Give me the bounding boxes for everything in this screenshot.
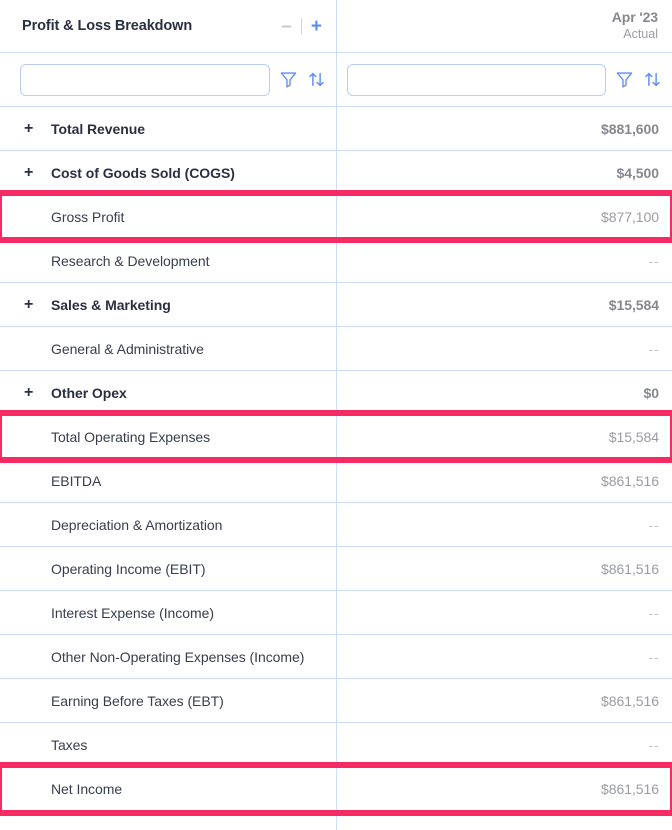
scenario-label: Actual	[623, 26, 658, 43]
row-value: $861,516	[601, 561, 659, 577]
filter-cell-value-column	[336, 53, 672, 106]
filter-funnel-icon[interactable]	[279, 70, 298, 89]
sort-arrows-icon[interactable]	[643, 70, 662, 89]
collapse-all-button[interactable]: –	[281, 17, 292, 36]
row-value: --	[649, 253, 659, 269]
row-label: Sales & Marketing	[51, 297, 171, 313]
row-label-cell: + Total Revenue	[0, 107, 336, 150]
row-label: Total Operating Expenses	[51, 429, 210, 445]
row-label-cell: +Depreciation & Amortization	[0, 503, 336, 546]
page-title: Profit & Loss Breakdown	[22, 18, 192, 34]
row-value: $861,516	[601, 473, 659, 489]
row-value-cell: --	[336, 327, 672, 370]
row-value: $877,100	[601, 209, 659, 225]
row-label-cell: +General & Administrative	[0, 327, 336, 370]
row-value: --	[649, 649, 659, 665]
row-value: --	[649, 517, 659, 533]
label-filter-input[interactable]	[20, 64, 270, 96]
row-label: Research & Development	[51, 253, 209, 269]
row-value: $881,600	[601, 121, 659, 137]
row-value: $15,584	[609, 297, 659, 313]
expand-row-button[interactable]: +	[24, 385, 38, 401]
row-value: --	[649, 737, 659, 753]
row-label: Net Income	[51, 781, 122, 797]
period-label: Apr '23	[612, 9, 658, 27]
row-value-cell: --	[336, 503, 672, 546]
row-label-cell: +Operating Income (EBIT)	[0, 547, 336, 590]
row-label-cell: +Research & Development	[0, 239, 336, 282]
filter-funnel-icon[interactable]	[615, 70, 634, 89]
row-value: $861,516	[601, 781, 659, 797]
row-value-cell: $861,516	[336, 767, 672, 811]
row-label: Other Non-Operating Expenses (Income)	[51, 649, 304, 665]
header-left: Profit & Loss Breakdown – +	[0, 0, 336, 52]
expand-row-button[interactable]: +	[24, 165, 38, 181]
row-label: Interest Expense (Income)	[51, 605, 214, 621]
expand-row-button[interactable]: +	[24, 121, 38, 137]
row-label: Other Opex	[51, 385, 127, 401]
table-row[interactable]: +Net Income $861,516	[0, 767, 672, 811]
row-label: Operating Income (EBIT)	[51, 561, 205, 577]
row-label: General & Administrative	[51, 341, 204, 357]
row-value-cell: $861,516	[336, 679, 672, 722]
filter-cell-label-column	[0, 53, 336, 106]
row-label: Taxes	[51, 737, 87, 753]
row-value: --	[649, 341, 659, 357]
row-value-cell: $881,600	[336, 107, 672, 150]
value-filter-input[interactable]	[347, 64, 606, 96]
row-label-cell: + Sales & Marketing	[0, 283, 336, 326]
row-value-cell: --	[336, 635, 672, 678]
sort-arrows-icon[interactable]	[307, 70, 326, 89]
row-label: Total Revenue	[51, 121, 145, 137]
row-value: --	[649, 605, 659, 621]
row-label-cell: +Gross Profit	[0, 195, 336, 238]
row-value-cell: $861,516	[336, 459, 672, 502]
row-value-cell: $877,100	[336, 195, 672, 238]
row-value-cell: --	[336, 723, 672, 766]
expand-row-button[interactable]: +	[24, 297, 38, 313]
row-value-cell: $15,584	[336, 415, 672, 458]
profit-and-loss-panel: Profit & Loss Breakdown – + Apr '23 Actu…	[0, 0, 672, 830]
table-row[interactable]: +Total Operating Expenses $15,584	[0, 415, 672, 459]
zoom-controls: – +	[281, 17, 322, 36]
row-label: Earning Before Taxes (EBT)	[51, 693, 224, 709]
row-label-cell: +Total Operating Expenses	[0, 415, 336, 458]
row-label: Depreciation & Amortization	[51, 517, 222, 533]
row-label-cell: +EBITDA	[0, 459, 336, 502]
row-value-cell: --	[336, 239, 672, 282]
row-value-cell: $0	[336, 371, 672, 414]
row-label: Cost of Goods Sold (COGS)	[51, 165, 235, 181]
expand-all-button[interactable]: +	[311, 17, 322, 36]
row-value-cell: $4,500	[336, 151, 672, 194]
row-label: EBITDA	[51, 473, 101, 489]
row-value-cell: $15,584	[336, 283, 672, 326]
row-value: $15,584	[609, 429, 659, 445]
row-label-cell: + Other Opex	[0, 371, 336, 414]
row-label: Gross Profit	[51, 209, 124, 225]
row-value-cell: $861,516	[336, 547, 672, 590]
row-label-cell: +Taxes	[0, 723, 336, 766]
header-right: Apr '23 Actual	[336, 0, 672, 52]
row-value: $861,516	[601, 693, 659, 709]
control-divider	[301, 18, 302, 35]
row-label-cell: +Other Non-Operating Expenses (Income)	[0, 635, 336, 678]
row-label-cell: + Cost of Goods Sold (COGS)	[0, 151, 336, 194]
table-row[interactable]: +Gross Profit $877,100	[0, 195, 672, 239]
row-label-cell: +Interest Expense (Income)	[0, 591, 336, 634]
row-label-cell: +Earning Before Taxes (EBT)	[0, 679, 336, 722]
row-value: $0	[644, 385, 659, 401]
row-value-cell: --	[336, 591, 672, 634]
row-value: $4,500	[616, 165, 659, 181]
row-label-cell: +Net Income	[0, 767, 336, 811]
